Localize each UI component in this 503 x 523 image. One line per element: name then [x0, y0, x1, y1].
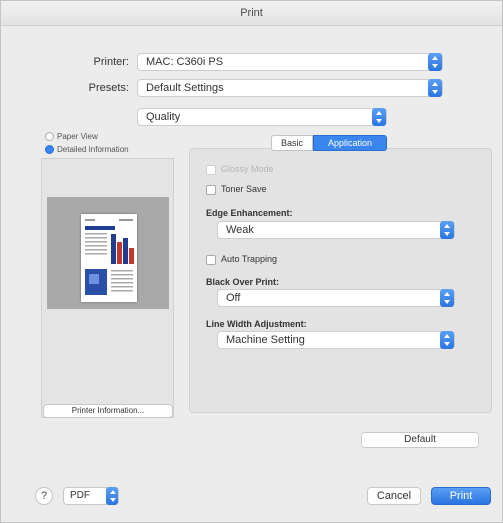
edge-enhancement-label: Edge Enhancement:: [206, 208, 293, 218]
chevron-updown-icon: [428, 53, 442, 71]
black-over-print-popup[interactable]: Off: [217, 289, 455, 307]
checkbox-icon: [206, 184, 216, 195]
chevron-down-icon: [106, 487, 118, 505]
toner-save-checkbox[interactable]: Toner Save: [206, 183, 267, 195]
pdf-menu-button[interactable]: PDF: [63, 487, 119, 505]
chevron-updown-icon: [440, 289, 454, 307]
paper-view-label: Paper View: [57, 132, 98, 141]
chevron-updown-icon: [440, 331, 454, 349]
chevron-updown-icon: [372, 108, 386, 126]
tab-basic[interactable]: Basic: [271, 135, 313, 151]
cancel-button[interactable]: Cancel: [367, 487, 421, 505]
presets-label: Presets:: [88, 82, 129, 94]
detailed-info-label: Detailed Information: [57, 145, 129, 154]
pane-select-value: Quality: [146, 111, 181, 123]
edge-enhancement-popup[interactable]: Weak: [217, 221, 455, 239]
pdf-label: PDF: [70, 490, 90, 501]
presets-popup[interactable]: Default Settings: [137, 79, 443, 97]
checkbox-icon: [206, 254, 216, 265]
presets-value: Default Settings: [146, 82, 224, 94]
printer-information-button[interactable]: Printer Information...: [43, 404, 173, 418]
document-preview-icon: [85, 219, 134, 295]
chevron-updown-icon: [428, 79, 442, 97]
toner-save-label: Toner Save: [221, 184, 267, 194]
radio-off-icon: [45, 132, 54, 142]
auto-trapping-label: Auto Trapping: [221, 254, 278, 264]
black-over-print-value: Off: [226, 292, 241, 304]
printer-popup[interactable]: MAC: C360i PS: [137, 53, 443, 71]
default-button[interactable]: Default: [361, 432, 479, 448]
radio-on-icon: [45, 145, 54, 155]
checkbox-icon: [206, 164, 216, 175]
edge-enhancement-value: Weak: [226, 224, 254, 236]
printer-value: MAC: C360i PS: [146, 56, 224, 68]
tab-application[interactable]: Application: [313, 135, 387, 151]
print-dialog: Print Printer: MAC: C360i PS Presets: De…: [0, 0, 503, 523]
auto-trapping-checkbox[interactable]: Auto Trapping: [206, 253, 277, 265]
line-width-popup[interactable]: Machine Setting: [217, 331, 455, 349]
glossy-mode-label: Glossy Mode: [221, 164, 274, 174]
line-width-label: Line Width Adjustment:: [206, 319, 307, 329]
line-width-value: Machine Setting: [226, 334, 305, 346]
help-button[interactable]: ?: [35, 487, 53, 505]
detailed-info-radio[interactable]: Detailed Information: [45, 145, 129, 155]
print-button[interactable]: Print: [431, 487, 491, 505]
printer-label: Printer:: [93, 56, 129, 68]
pane-select-popup[interactable]: Quality: [137, 108, 387, 126]
black-over-print-label: Black Over Print:: [206, 277, 280, 287]
glossy-mode-checkbox[interactable]: Glossy Mode: [206, 163, 274, 175]
chevron-updown-icon: [440, 221, 454, 239]
paper-view-radio[interactable]: Paper View: [45, 132, 98, 142]
page-preview-thumbnail: [81, 214, 137, 302]
window-title: Print: [1, 1, 502, 26]
